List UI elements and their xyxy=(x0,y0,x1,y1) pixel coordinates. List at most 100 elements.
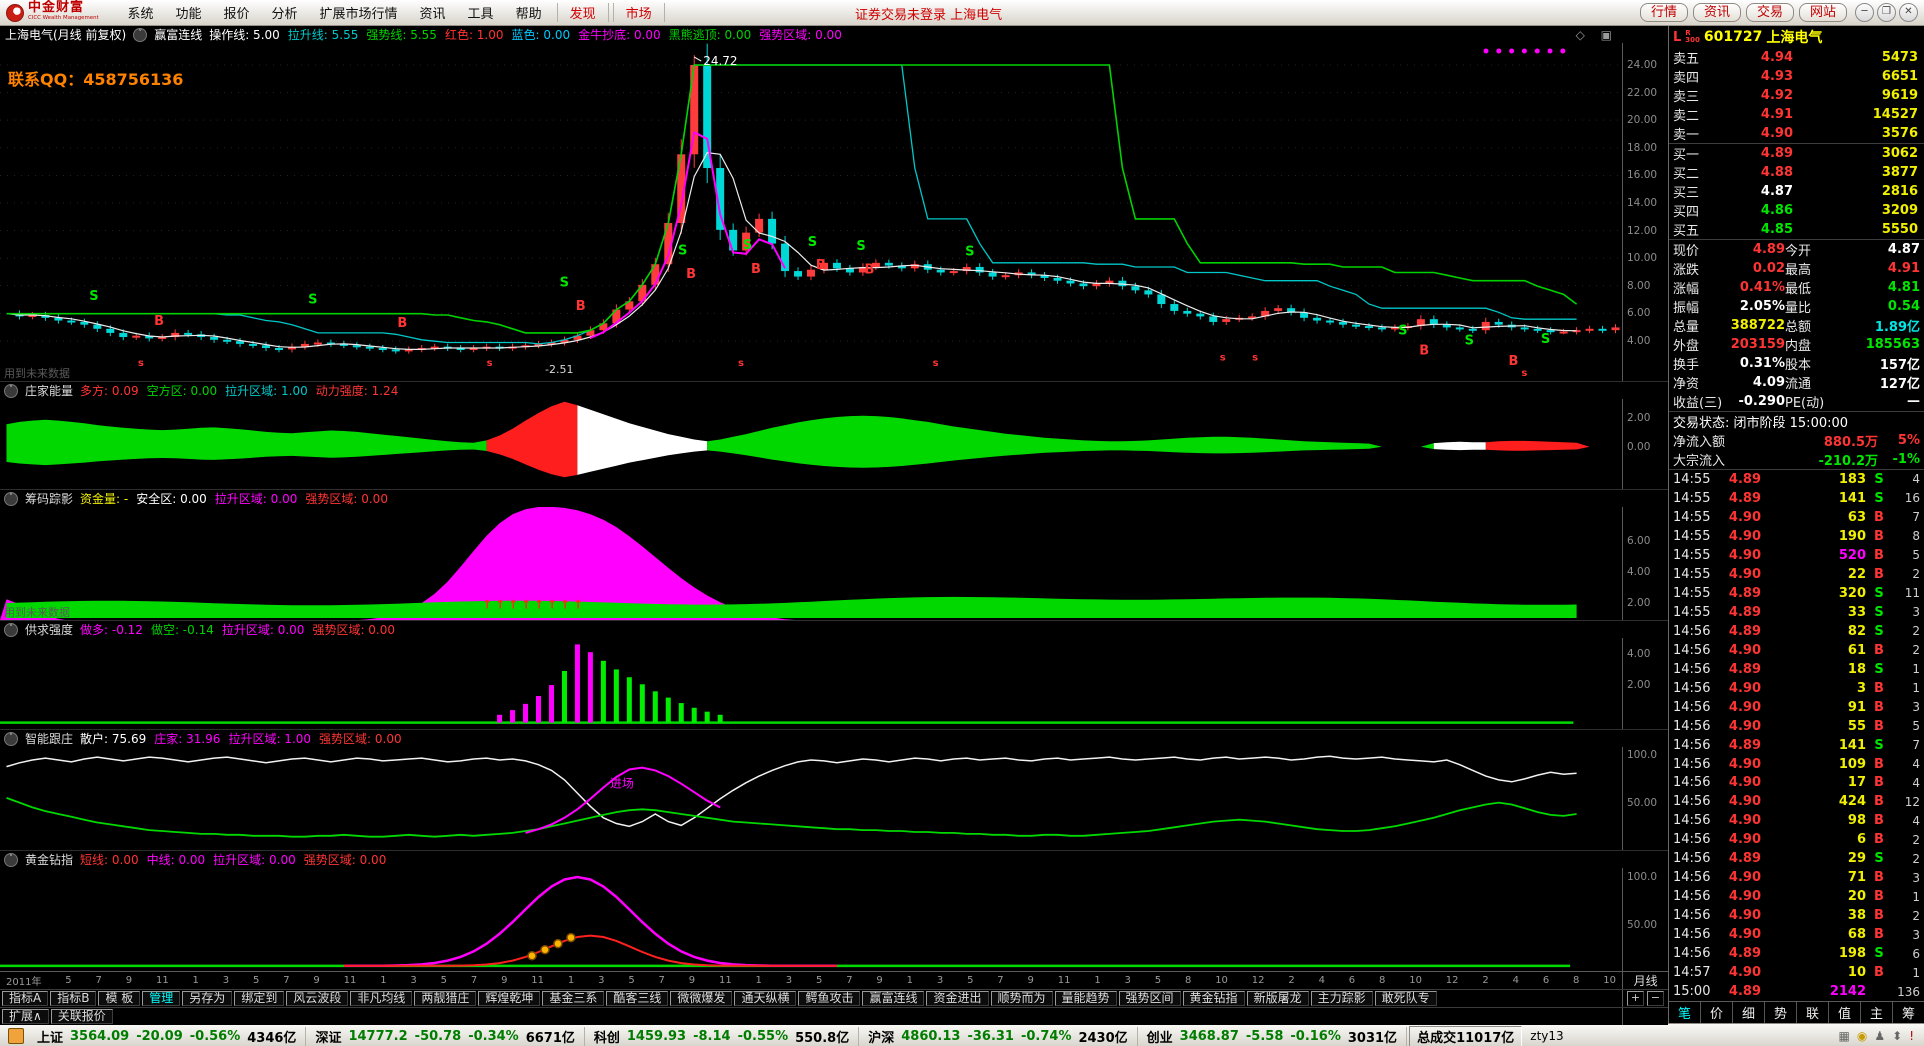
tab-资金进出[interactable]: 资金进出 xyxy=(926,991,988,1006)
tab-管理[interactable]: 管理 xyxy=(142,991,180,1006)
market-icon[interactable] xyxy=(8,1028,24,1044)
hot-menu-发现[interactable]: 发现 xyxy=(557,3,609,22)
collapse-icon[interactable]: ˅ xyxy=(4,853,18,867)
close-button[interactable]: ✕ xyxy=(1899,3,1918,22)
chart-corner-icons[interactable]: ◇ ▣ xyxy=(1576,28,1618,42)
tick-volume: 190 xyxy=(1761,529,1870,544)
tab-通天纵横[interactable]: 通天纵横 xyxy=(734,991,796,1006)
quick-buttons: 行情资讯交易网站 xyxy=(1640,3,1847,22)
tick-price: 4.90 xyxy=(1715,794,1761,809)
book-label: 买五 xyxy=(1673,220,1723,239)
tab-另存为[interactable]: 另存为 xyxy=(182,991,232,1006)
mini-tab-值[interactable]: 值 xyxy=(1828,1002,1860,1023)
stat-value: 388722 xyxy=(1719,318,1785,333)
tab-量能趋势[interactable]: 量能趋势 xyxy=(1055,991,1117,1006)
alert-icon[interactable]: ♟ xyxy=(1874,1029,1885,1043)
period-label[interactable]: 月线 xyxy=(1622,972,1668,989)
minimize-button[interactable]: ─ xyxy=(1855,3,1874,22)
tick-side: S xyxy=(1870,851,1888,866)
chouma-plot: ↑↑↑↑↑↑↑↑用到未来数据 xyxy=(0,507,1622,620)
zoom-in-button[interactable]: + xyxy=(1627,991,1644,1006)
hot-menu-市场[interactable]: 市场 xyxy=(613,3,665,22)
restore-button[interactable]: ❐ xyxy=(1877,3,1896,22)
tab-赢富连线[interactable]: 赢富连线 xyxy=(862,991,924,1006)
tick-time: 14:56 xyxy=(1673,851,1715,866)
menu-item-资讯[interactable]: 资讯 xyxy=(409,3,457,22)
svg-text:B: B xyxy=(816,258,826,273)
menu-item-帮助[interactable]: 帮助 xyxy=(505,3,553,22)
stat-value: 4.09 xyxy=(1719,375,1785,390)
book-row: 买三4.872816 xyxy=(1669,182,1924,201)
menu-item-报价[interactable]: 报价 xyxy=(212,3,260,22)
tab-扩展∧[interactable]: 扩展∧ xyxy=(2,1009,49,1024)
tab-风云波段[interactable]: 风云波段 xyxy=(286,991,348,1006)
book-qty: 9619 xyxy=(1793,88,1920,103)
tab-非凡均线[interactable]: 非凡均线 xyxy=(350,991,412,1006)
tick-volume: 38 xyxy=(1761,908,1870,923)
indicator-param: 强势区域: 0.00 xyxy=(312,621,395,638)
tab-两靓猎庄[interactable]: 两靓猎庄 xyxy=(414,991,476,1006)
gongqiu-panel: 4.002.00 xyxy=(0,638,1668,729)
quick-button-交易[interactable]: 交易 xyxy=(1746,3,1794,22)
window-buttons: ─❐✕ xyxy=(1847,3,1924,22)
tick-price: 4.89 xyxy=(1715,472,1761,487)
coin-icon[interactable]: ◉ xyxy=(1857,1029,1867,1043)
indicator-param: 拉升区域: 1.00 xyxy=(228,730,311,747)
x-tick: 7 xyxy=(471,975,477,986)
menu-item-分析[interactable]: 分析 xyxy=(261,3,309,22)
flag-r-sub: 300 xyxy=(1685,37,1700,44)
tick-row: 14:564.9055B5 xyxy=(1669,717,1924,736)
mini-tab-价[interactable]: 价 xyxy=(1700,1002,1732,1023)
collapse-icon[interactable]: ˅ xyxy=(4,732,18,746)
tick-side: B xyxy=(1870,889,1888,904)
tab-鳄鱼攻击[interactable]: 鳄鱼攻击 xyxy=(798,991,860,1006)
menu-item-扩展市场行情[interactable]: 扩展市场行情 xyxy=(309,3,409,22)
tick-list[interactable]: 14:554.89183S414:554.89141S1614:554.9063… xyxy=(1669,470,1924,1001)
indicator-param: 拉升区域: 0.00 xyxy=(215,490,298,507)
mini-tab-筹[interactable]: 筹 xyxy=(1892,1002,1924,1023)
tab-微微爆发[interactable]: 微微爆发 xyxy=(670,991,732,1006)
warning-icon[interactable]: ! xyxy=(1909,1029,1914,1043)
tab-黄金钻指[interactable]: 黄金钻指 xyxy=(1183,991,1245,1006)
collapse-icon[interactable]: ˅ xyxy=(4,384,18,398)
tab-模 板[interactable]: 模 板 xyxy=(98,991,140,1006)
axis-label: 14.00 xyxy=(1627,197,1657,209)
tab-指标B[interactable]: 指标B xyxy=(50,991,96,1006)
tab-辉煌乾坤[interactable]: 辉煌乾坤 xyxy=(478,991,540,1006)
collapse-icon[interactable]: ˅ xyxy=(133,28,147,42)
quick-button-行情[interactable]: 行情 xyxy=(1640,3,1688,22)
tab-主力踪影[interactable]: 主力踪影 xyxy=(1311,991,1373,1006)
tab-敢死队专[interactable]: 敢死队专 xyxy=(1375,991,1437,1006)
mini-tab-笔[interactable]: 笔 xyxy=(1669,1002,1700,1023)
tick-price: 4.89 xyxy=(1715,946,1761,961)
stat-label: 总额 xyxy=(1785,316,1837,335)
quick-button-资讯[interactable]: 资讯 xyxy=(1693,3,1741,22)
menu-item-功能[interactable]: 功能 xyxy=(164,3,212,22)
tab-绑定到[interactable]: 绑定到 xyxy=(234,991,284,1006)
updown-icon[interactable]: ⬍ xyxy=(1892,1029,1902,1043)
news-icon[interactable]: ▦ xyxy=(1839,1029,1850,1043)
tick-price: 4.90 xyxy=(1715,908,1761,923)
x-tick: 3 xyxy=(410,975,416,986)
mini-tab-主[interactable]: 主 xyxy=(1860,1002,1892,1023)
collapse-icon[interactable]: ˅ xyxy=(4,623,18,637)
tab-关联报价[interactable]: 关联报价 xyxy=(51,1009,113,1024)
menu-item-工具[interactable]: 工具 xyxy=(457,3,505,22)
tick-time: 14:55 xyxy=(1673,605,1715,620)
mini-tab-联[interactable]: 联 xyxy=(1796,1002,1828,1023)
zoom-out-button[interactable]: − xyxy=(1647,991,1664,1006)
mini-tab-势[interactable]: 势 xyxy=(1764,1002,1796,1023)
tab-顺势而为[interactable]: 顺势而为 xyxy=(991,991,1053,1006)
indicator-param: 强势线: 5.55 xyxy=(366,26,437,43)
collapse-icon[interactable]: ˅ xyxy=(4,492,18,506)
tab-新版屠龙[interactable]: 新版屠龙 xyxy=(1247,991,1309,1006)
tick-row: 14:554.90190B8 xyxy=(1669,527,1924,546)
tab-酷客三线[interactable]: 酷客三线 xyxy=(606,991,668,1006)
menu-item-系统[interactable]: 系统 xyxy=(116,3,164,22)
tab-指标A[interactable]: 指标A xyxy=(2,991,48,1006)
quick-button-网站[interactable]: 网站 xyxy=(1799,3,1847,22)
stat-label: 最低 xyxy=(1785,278,1837,297)
tab-基金三系[interactable]: 基金三系 xyxy=(542,991,604,1006)
tab-强势区间[interactable]: 强势区间 xyxy=(1119,991,1181,1006)
mini-tab-细[interactable]: 细 xyxy=(1732,1002,1764,1023)
